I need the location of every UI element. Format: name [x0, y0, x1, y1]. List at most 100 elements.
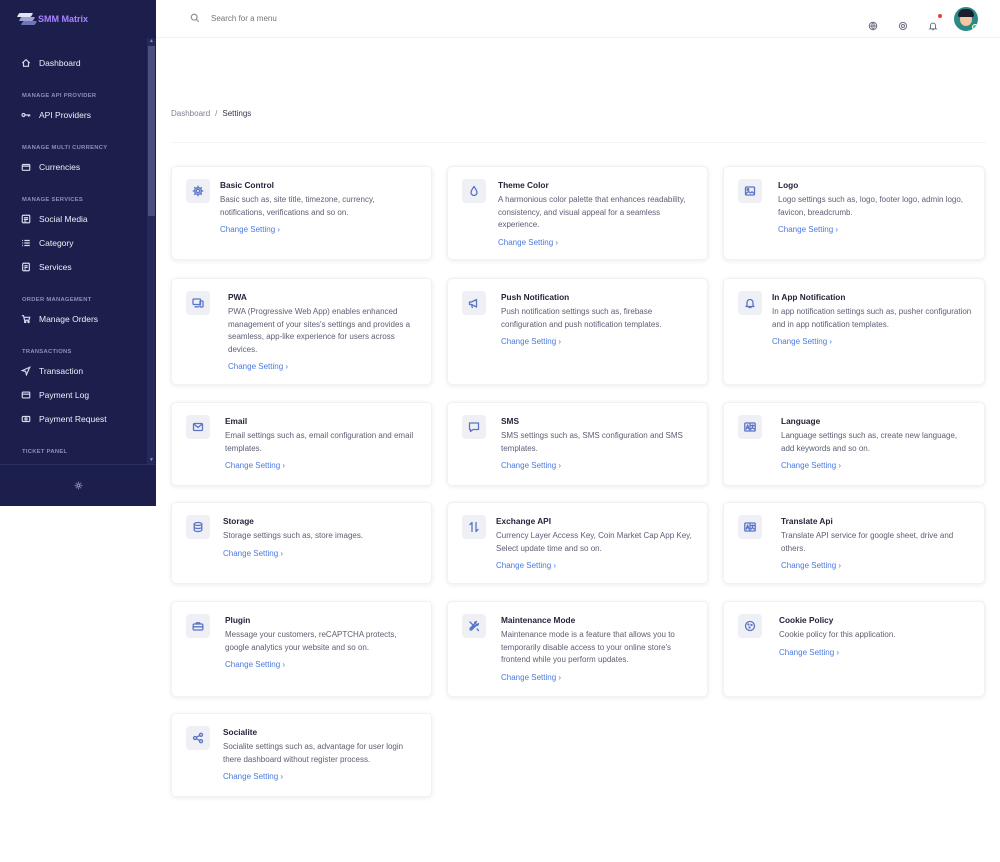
change-setting-link[interactable]: Change Setting ›: [223, 772, 283, 781]
card-title: Socialite: [223, 727, 258, 737]
sidebar-item-transaction[interactable]: Transaction: [0, 359, 146, 383]
card-title: Theme Color: [498, 180, 549, 190]
change-setting-link[interactable]: Change Setting ›: [501, 673, 561, 682]
settings-card-socialite: Socialite Socialite settings such as, adv…: [171, 713, 432, 797]
settings-card-email: Email Email settings such as, email confi…: [171, 402, 432, 486]
sidebar-item-category[interactable]: Category: [0, 231, 146, 255]
search-bar: [190, 10, 371, 28]
sidebar-item-social-media[interactable]: Social Media: [0, 207, 146, 231]
sidebar-item-manage-orders[interactable]: Manage Orders: [0, 307, 146, 331]
sidebar-item-dashboard[interactable]: Dashboard: [0, 51, 146, 75]
card-title: Language: [781, 416, 821, 426]
section-label-tickets: TICKET PANEL: [22, 449, 68, 455]
search-input[interactable]: [211, 14, 371, 23]
sidebar-item-label: Dashboard: [39, 58, 81, 68]
change-setting-link[interactable]: Change Setting ›: [501, 461, 561, 470]
card-title: In App Notification: [772, 292, 846, 302]
card-description: Socialite settings such as, advantage fo…: [223, 742, 404, 764]
money-icon: [20, 414, 31, 425]
card-description: A harmonious color palette that enhances…: [498, 195, 686, 230]
brand-name: SMM Matrix: [38, 14, 89, 24]
bell-icon: [738, 291, 762, 315]
avatar[interactable]: [954, 7, 978, 31]
online-status-dot: [972, 24, 978, 30]
sidebar-item-label: Category: [39, 238, 74, 248]
card-description: Currency Layer Access Key, Coin Market C…: [496, 531, 692, 553]
sidebar-scrollbar[interactable]: ▲ ▼: [147, 38, 155, 464]
droplet-icon: [462, 179, 486, 203]
change-setting-link[interactable]: Change Setting ›: [501, 337, 561, 346]
card-description: In app notification settings such as, pu…: [772, 307, 972, 329]
card-description: Storage settings such as, store images.: [223, 531, 364, 540]
change-setting-link[interactable]: Change Setting ›: [781, 461, 841, 470]
settings-card-pwa: PWA PWA (Progressive Web App) enables enh…: [171, 278, 432, 385]
card-description: Message your customers, reCAPTCHA protec…: [225, 630, 397, 652]
globe-icon[interactable]: [868, 18, 878, 30]
brand[interactable]: SMM Matrix: [0, 0, 156, 38]
card-title: Cookie Policy: [779, 615, 834, 625]
change-setting-link[interactable]: Change Setting ›: [779, 648, 839, 657]
translate-icon: [738, 515, 762, 539]
sidebar-item-payment-log[interactable]: Payment Log: [0, 383, 146, 407]
scroll-up-icon[interactable]: ▲: [148, 38, 155, 45]
card-title: Email: [225, 416, 248, 426]
sidebar-item-api-providers[interactable]: API Providers: [0, 103, 146, 127]
database-icon: [186, 515, 210, 539]
card-title: Push Notification: [501, 292, 570, 302]
card-description: Logo settings such as, logo, footer logo…: [778, 195, 964, 217]
section-label-transactions: TRANSACTIONS: [22, 349, 72, 355]
change-setting-link[interactable]: Change Setting ›: [498, 238, 558, 247]
sidebar-item-payment-request[interactable]: Payment Request: [0, 407, 146, 431]
card-icon: [20, 390, 31, 401]
sidebar-item-label: Payment Request: [39, 414, 107, 424]
change-setting-link[interactable]: Change Setting ›: [781, 561, 841, 570]
sidebar-item-currencies[interactable]: Currencies: [0, 155, 146, 179]
card-title: Plugin: [225, 615, 251, 625]
card-title: Maintenance Mode: [501, 615, 576, 625]
settings-card-exchange-api: Exchange API Currency Layer Access Key, C…: [447, 502, 708, 584]
change-setting-link[interactable]: Change Setting ›: [223, 549, 283, 558]
scroll-down-icon[interactable]: ▼: [148, 457, 155, 464]
sidebar-item-services[interactable]: Services: [0, 255, 146, 279]
card-title: PWA: [228, 292, 247, 302]
scroll-thumb[interactable]: [148, 46, 155, 216]
change-setting-link[interactable]: Change Setting ›: [772, 337, 832, 346]
change-setting-link[interactable]: Change Setting ›: [220, 225, 280, 234]
settings-card-in-app-notification: In App Notification In app notification s…: [723, 278, 985, 385]
settings-card-push-notification: Push Notification Push notification setti…: [447, 278, 708, 385]
section-label-services: MANAGE SERVICES: [22, 197, 84, 203]
topbar-actions: [848, 7, 978, 31]
card-title: Translate Api: [781, 516, 833, 526]
cart-icon: [20, 314, 31, 325]
change-setting-link[interactable]: Change Setting ›: [225, 461, 285, 470]
cookie-icon: [738, 614, 762, 638]
change-setting-link[interactable]: Change Setting ›: [225, 660, 285, 669]
translate-icon: [738, 415, 762, 439]
breadcrumb-home[interactable]: Dashboard: [171, 109, 210, 118]
send-icon: [20, 366, 31, 377]
home-icon: [20, 58, 31, 69]
document-icon: [20, 262, 31, 273]
sidebar-item-label: Services: [39, 262, 72, 272]
key-icon: [20, 110, 31, 121]
settings-card-translate-api: Translate Api Translate API service for g…: [723, 502, 985, 584]
sidebar-item-label: Social Media: [39, 214, 88, 224]
settings-card-storage: Storage Storage settings such as, store i…: [171, 502, 432, 584]
settings-card-basic-control: Basic Control Basic such as, site title, …: [171, 166, 432, 260]
breadcrumb-current: Settings: [222, 109, 252, 118]
section-label-multi-currency: MANAGE MULTI CURRENCY: [22, 145, 108, 151]
settings-gear-icon[interactable]: [898, 18, 908, 30]
change-setting-link[interactable]: Change Setting ›: [778, 225, 838, 234]
sidebar-item-label: Payment Log: [39, 390, 90, 400]
sidebar: SMM Matrix Dashboard MANAGE API PROVIDER…: [0, 0, 156, 506]
megaphone-icon: [462, 291, 486, 315]
bell-icon[interactable]: [928, 13, 942, 30]
card-description: Push notification settings such as, fire…: [501, 307, 662, 329]
card-description: Basic such as, site title, timezone, cur…: [220, 195, 375, 217]
change-setting-link[interactable]: Change Setting ›: [496, 561, 556, 570]
devices-icon: [186, 291, 210, 315]
change-setting-link[interactable]: Change Setting ›: [228, 362, 288, 371]
theme-toggle-sun-icon[interactable]: [74, 477, 83, 495]
card-title: Basic Control: [220, 180, 274, 190]
list-box-icon: [20, 214, 31, 225]
